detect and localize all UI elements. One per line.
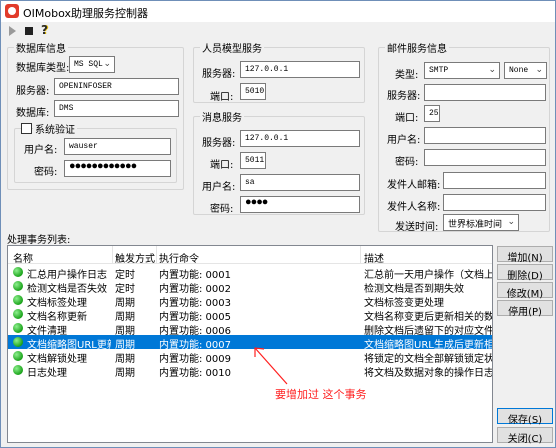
- delete-button[interactable]: 删除(D): [497, 264, 553, 282]
- sender-mail-input[interactable]: [443, 172, 546, 189]
- mail-group-label: 邮件服务信息: [385, 40, 449, 55]
- mail-group: 邮件服务信息 类型: SMTP ⌄ None ⌄ 服务器: 端口: 25 用户名: …: [378, 40, 550, 233]
- sysauth-group: 系统验证 用户名: wauser 密码: ●●●●●●●●●●●●: [14, 121, 177, 183]
- db-group-label: 数据库信息: [14, 40, 68, 55]
- cell-desc: 将文档及数据对象的操作日志集中: [364, 368, 492, 379]
- chevron-down-icon: ⌄: [488, 65, 496, 75]
- column-divider[interactable]: [360, 246, 361, 264]
- table-row[interactable]: 文件清理周期内置功能: 0006删除文档后遗留下的对应文件清理: [8, 321, 492, 337]
- sender-name-label: 发件人名称:: [387, 202, 441, 213]
- db-user-label: 用户名:: [24, 145, 58, 156]
- column-divider[interactable]: [112, 246, 113, 264]
- chevron-down-icon: ⌄: [535, 65, 543, 75]
- chevron-down-icon: ⌄: [103, 59, 111, 69]
- person-server-input[interactable]: 127.0.0.1: [240, 61, 360, 78]
- mail-user-input[interactable]: [424, 127, 546, 144]
- mail-port-input[interactable]: 25: [424, 105, 440, 122]
- db-group: 数据库信息 数据库类型: MS SQL ⌄ 服务器: OPENINFOSER 数据…: [7, 40, 184, 190]
- person-port-label: 端口:: [210, 92, 234, 103]
- status-ok-icon: [13, 267, 23, 277]
- column-header-name[interactable]: 名称: [13, 250, 33, 265]
- sysauth-checkbox[interactable]: [21, 123, 32, 134]
- send-time-select[interactable]: 世界标准时间 ⌄: [443, 214, 519, 231]
- annotation-text: 要增加过 这个事务: [275, 388, 367, 401]
- mail-user-label: 用户名:: [387, 135, 421, 146]
- main-window: OIMobox助理服务控制器 ? 数据库信息 数据库类型: MS SQL ⌄ 服务…: [0, 0, 556, 448]
- mail-server-label: 服务器:: [387, 91, 421, 102]
- msg-user-input[interactable]: sa: [240, 174, 360, 191]
- mail-type-select[interactable]: SMTP ⌄: [424, 62, 500, 79]
- person-port-input[interactable]: 5010: [240, 83, 266, 100]
- mail-type-label: 类型:: [395, 70, 419, 81]
- toolbar: ?: [1, 22, 555, 40]
- sender-mail-label: 发件人邮箱:: [387, 180, 441, 191]
- msg-password-input[interactable]: ●●●●: [240, 196, 360, 213]
- chevron-down-icon: ⌄: [507, 217, 515, 227]
- sysauth-label: 系统验证: [33, 121, 77, 136]
- add-button[interactable]: 增加(N): [497, 246, 553, 264]
- msg-pwd-label: 密码:: [210, 204, 234, 215]
- person-server-label: 服务器:: [202, 69, 236, 80]
- db-database-input[interactable]: DMS: [54, 100, 179, 117]
- column-header-command[interactable]: 执行命令: [159, 250, 199, 265]
- save-button[interactable]: 保存(S): [497, 408, 553, 426]
- stop-icon[interactable]: [25, 27, 33, 35]
- mail-security-select[interactable]: None ⌄: [504, 62, 547, 79]
- status-ok-icon: [13, 365, 23, 375]
- db-server-input[interactable]: OPENINFOSER: [54, 78, 179, 95]
- column-header-description[interactable]: 描述: [364, 250, 384, 265]
- play-icon[interactable]: [9, 26, 16, 36]
- db-server-label: 服务器:: [16, 86, 50, 97]
- table-row[interactable]: 检测文档是否失效 定时 内置功能: 0002 检测文档是否到期失效: [8, 279, 492, 295]
- table-row[interactable]: 日志处理周期内置功能: 0010将文档及数据对象的操作日志集中: [8, 363, 492, 379]
- app-icon: [5, 4, 19, 18]
- mail-pwd-label: 密码:: [395, 157, 419, 168]
- mail-server-input[interactable]: [424, 84, 546, 101]
- mail-port-label: 端口:: [395, 113, 419, 124]
- title-bar: OIMobox助理服务控制器: [1, 1, 555, 22]
- person-group-label: 人员模型服务: [200, 40, 264, 55]
- cell-trigger: 周期: [115, 368, 135, 379]
- db-password-input[interactable]: ●●●●●●●●●●●●: [64, 160, 171, 177]
- status-ok-icon: [13, 323, 23, 333]
- tasks-label: 处理事务列表:: [7, 235, 71, 246]
- status-ok-icon: [13, 351, 23, 361]
- db-type-select[interactable]: MS SQL ⌄: [69, 56, 115, 73]
- edit-button[interactable]: 修改(M): [497, 282, 553, 300]
- annotation-arrow: [254, 347, 288, 385]
- sender-name-input[interactable]: [443, 194, 546, 211]
- disable-button[interactable]: 停用(P): [497, 300, 553, 318]
- msg-server-label: 服务器:: [202, 138, 236, 149]
- db-database-label: 数据库:: [16, 108, 50, 119]
- msg-server-input[interactable]: 127.0.0.1: [240, 130, 360, 147]
- msg-group-label: 消息服务: [200, 109, 244, 124]
- db-pwd-label: 密码:: [34, 167, 58, 178]
- mail-password-input[interactable]: [424, 149, 546, 166]
- msg-group: 消息服务 服务器: 127.0.0.1 端口: 5011 用户名: sa 密码:…: [193, 109, 365, 215]
- table-row[interactable]: 文档标签处理 周期 内置功能: 0003 文档标签变更处理: [8, 293, 492, 309]
- msg-port-input[interactable]: 5011: [240, 152, 266, 169]
- msg-user-label: 用户名:: [202, 182, 236, 193]
- window-title: OIMobox助理服务控制器: [23, 7, 149, 20]
- table-row[interactable]: 汇总用户操作日志定时内置功能: 0001汇总前一天用户操作（文档上传、: [8, 265, 492, 281]
- table-row[interactable]: 文档缩略图URL更新周期内置功能: 0007文档缩略图URL生成后更新相关的数: [8, 335, 492, 351]
- table-header: 名称 触发方式 执行命令 描述: [8, 246, 492, 265]
- tasks-table[interactable]: 名称 触发方式 执行命令 描述 汇总用户操作日志 定时 内置功能: 0001 汇总前一…: [7, 245, 493, 443]
- status-ok-icon: [13, 281, 23, 291]
- status-ok-icon: [13, 295, 23, 305]
- db-type-label: 数据库类型:: [16, 63, 70, 74]
- column-header-trigger[interactable]: 触发方式: [115, 250, 155, 265]
- column-divider[interactable]: [156, 246, 157, 264]
- msg-port-label: 端口:: [210, 160, 234, 171]
- cell-name: 日志处理: [27, 368, 67, 379]
- table-row[interactable]: 文档名称更新 周期 内置功能: 0005 文档名称变更后更新相关的数据: [8, 307, 492, 323]
- person-group: 人员模型服务 服务器: 127.0.0.1 端口: 5010: [193, 40, 365, 103]
- table-row[interactable]: 文档解锁处理周期内置功能: 0009将锁定的文档全部解锁锁定状态处: [8, 349, 492, 365]
- status-ok-icon: [13, 337, 23, 347]
- status-ok-icon: [13, 309, 23, 319]
- db-user-input[interactable]: wauser: [64, 138, 171, 155]
- send-time-label: 发送时间:: [395, 222, 439, 233]
- close-button[interactable]: 关闭(C): [497, 427, 553, 445]
- help-icon[interactable]: ?: [41, 23, 48, 37]
